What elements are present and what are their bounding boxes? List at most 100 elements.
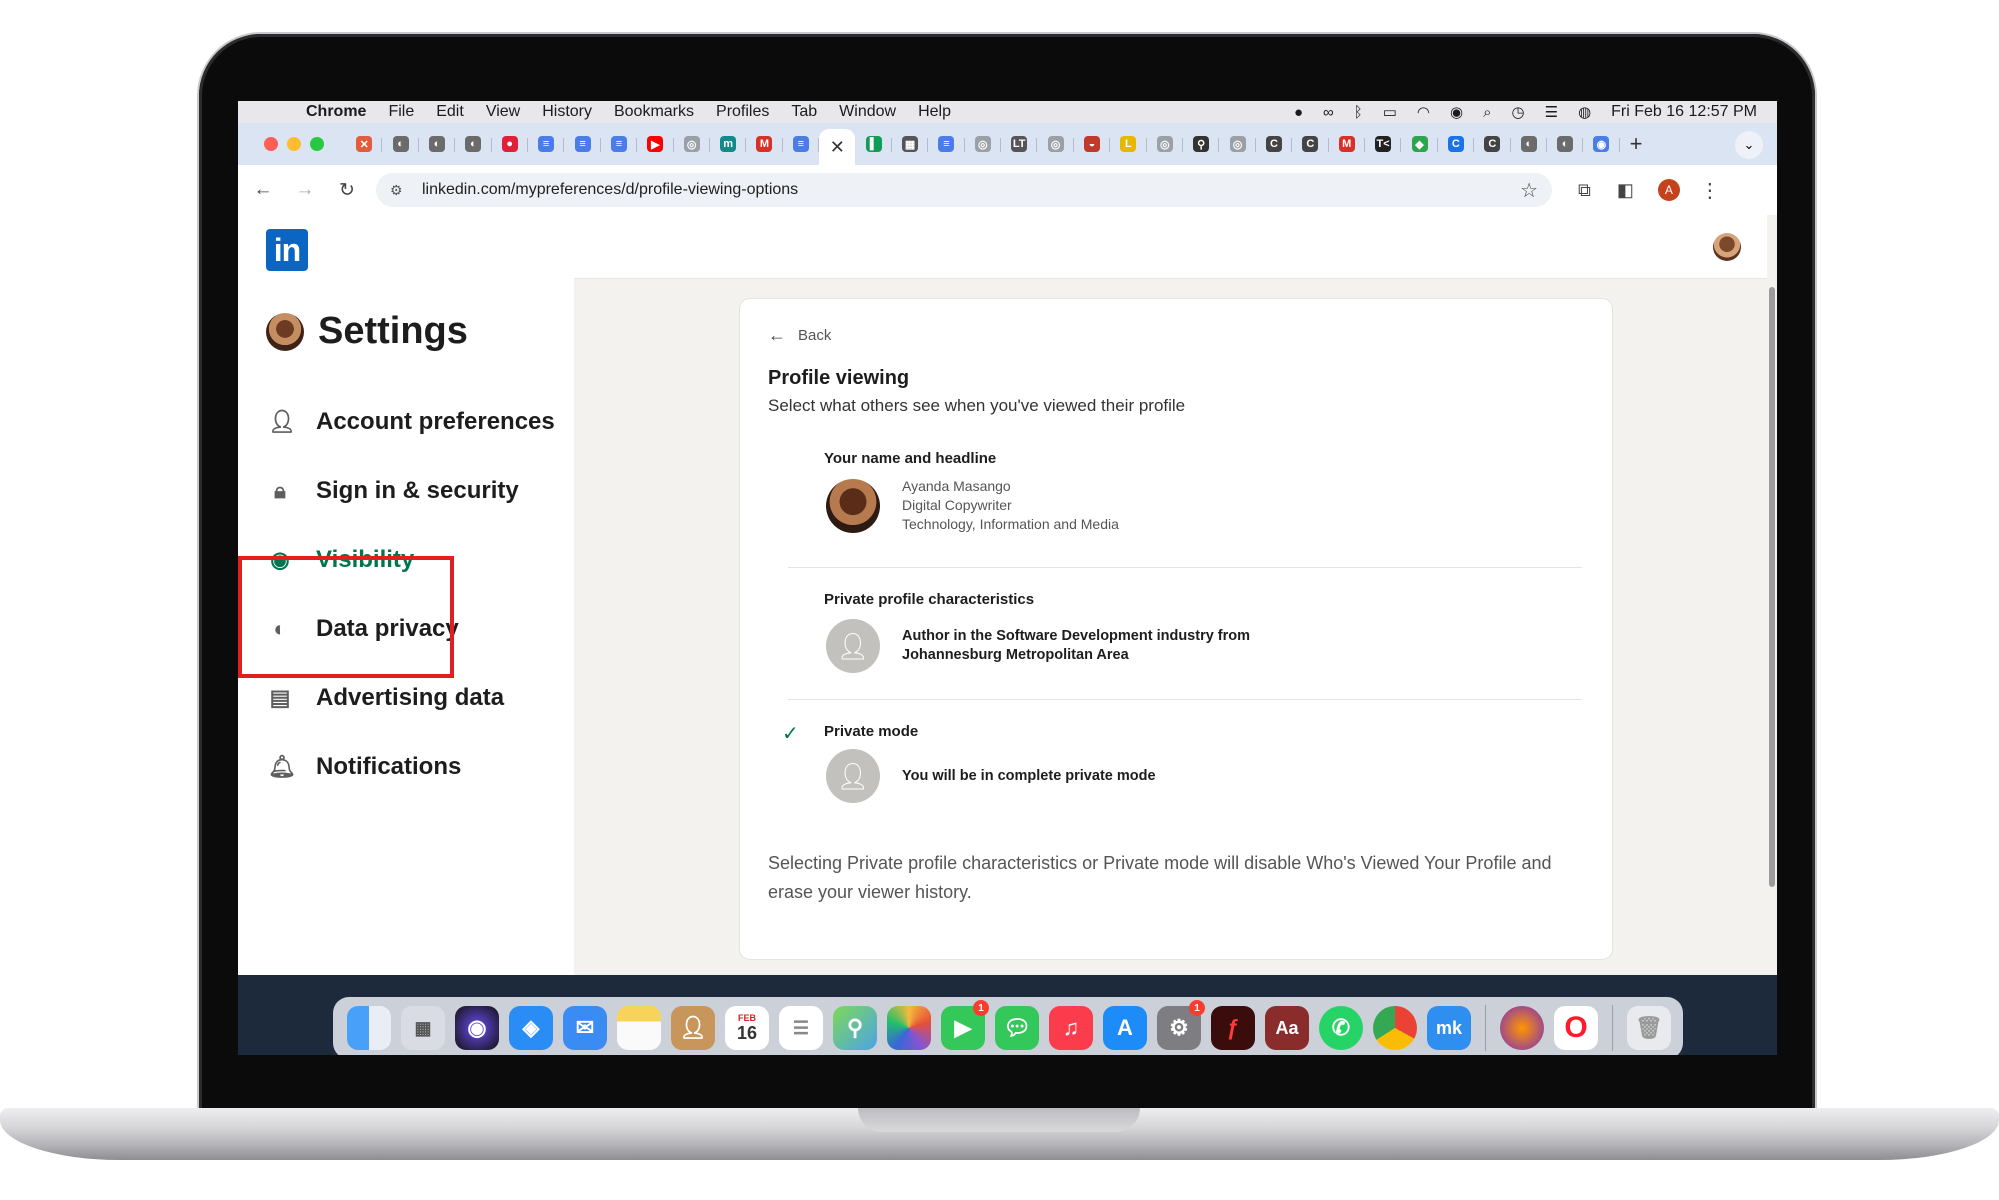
- battery-icon[interactable]: ▭: [1383, 103, 1397, 121]
- sidebar-item-account-preferences[interactable]: 👤︎ Account preferences: [268, 408, 555, 436]
- browser-tab[interactable]: ◐: [1547, 129, 1584, 159]
- browser-tab[interactable]: ◎: [1219, 129, 1257, 159]
- trash-icon[interactable]: 🗑︎: [1627, 1006, 1671, 1050]
- browser-tab[interactable]: LT: [1001, 129, 1038, 159]
- browser-tab[interactable]: ▶: [637, 129, 674, 159]
- whatsapp-icon[interactable]: ✆: [1319, 1006, 1363, 1050]
- menu-tab[interactable]: Tab: [791, 103, 817, 121]
- menu-chrome[interactable]: Chrome: [306, 103, 366, 121]
- address-url[interactable]: linkedin.com/mypreferences/d/profile-vie…: [422, 181, 798, 199]
- active-tab[interactable]: ✕: [819, 129, 856, 165]
- back-arrow-icon[interactable]: ←: [242, 179, 284, 201]
- menubar-clock[interactable]: Fri Feb 16 12:57 PM: [1611, 103, 1757, 121]
- app-store-icon[interactable]: A: [1103, 1006, 1147, 1050]
- close-tab-icon[interactable]: ✕: [830, 137, 845, 158]
- app-status-icon[interactable]: ●: [1294, 104, 1303, 121]
- browser-tab[interactable]: ◎: [1037, 129, 1075, 159]
- bluetooth-icon[interactable]: ᛒ: [1354, 104, 1363, 121]
- user-icon[interactable]: ◉: [1450, 103, 1463, 121]
- spotlight-search-icon[interactable]: ⌕: [1483, 104, 1491, 121]
- browser-tab[interactable]: ◐: [419, 129, 456, 159]
- browser-tab[interactable]: ●: [492, 129, 529, 159]
- system-settings-icon[interactable]: ⚙ 1: [1157, 1000, 1205, 1050]
- maps-icon[interactable]: ⚲: [833, 1006, 877, 1050]
- time-machine-icon[interactable]: ◷: [1512, 103, 1525, 121]
- new-tab-button[interactable]: +: [1630, 131, 1643, 157]
- menu-bookmarks[interactable]: Bookmarks: [614, 103, 694, 121]
- reminders-icon[interactable]: ☰: [779, 1006, 823, 1050]
- sidebar-item-advertising-data[interactable]: ▤ Advertising data: [268, 684, 504, 712]
- option-private-characteristics[interactable]: Private profile characteristics: [824, 591, 1034, 608]
- minimize-window-button[interactable]: [287, 137, 301, 151]
- music-icon[interactable]: ♫: [1049, 1006, 1093, 1050]
- menu-window[interactable]: Window: [839, 103, 896, 121]
- browser-tab[interactable]: ✕: [346, 129, 383, 159]
- browser-tab[interactable]: ⚲: [1183, 129, 1220, 159]
- browser-tab[interactable]: ◐: [455, 129, 492, 159]
- browser-tab[interactable]: ≡: [528, 129, 565, 159]
- calendar-icon[interactable]: FEB 16: [725, 1006, 769, 1050]
- menu-file[interactable]: File: [388, 103, 414, 121]
- browser-tab[interactable]: C: [1438, 129, 1475, 159]
- browser-tab[interactable]: m: [710, 129, 747, 159]
- mk-app-icon[interactable]: mk: [1427, 1006, 1471, 1050]
- browser-tab[interactable]: ≡: [783, 129, 820, 159]
- notes-icon[interactable]: [617, 1006, 661, 1050]
- close-window-button[interactable]: [264, 137, 278, 151]
- browser-tab[interactable]: ◎: [1147, 129, 1184, 159]
- chrome-icon[interactable]: [1373, 1006, 1417, 1050]
- menu-history[interactable]: History: [542, 103, 592, 121]
- browser-tab[interactable]: ◐: [1511, 129, 1548, 159]
- menu-profiles[interactable]: Profiles: [716, 103, 769, 121]
- browser-tab[interactable]: ▌: [855, 129, 893, 159]
- browser-tab[interactable]: ◉: [1583, 129, 1621, 159]
- chrome-profile-avatar[interactable]: A: [1657, 179, 1680, 201]
- sidebar-item-notifications[interactable]: 🔔︎ Notifications: [268, 753, 461, 781]
- option-name-headline[interactable]: Your name and headline: [824, 450, 996, 467]
- control-center-icon[interactable]: ☰: [1545, 103, 1558, 121]
- wifi-icon[interactable]: ◠: [1417, 103, 1430, 121]
- address-bar[interactable]: ⚙ linkedin.com/mypreferences/d/profile-v…: [376, 173, 1552, 207]
- mail-icon[interactable]: ✉: [563, 1006, 607, 1050]
- browser-tab[interactable]: ◐: [382, 129, 420, 159]
- site-settings-icon[interactable]: ⚙: [390, 182, 410, 199]
- browser-tab[interactable]: ◎: [965, 129, 1002, 159]
- extensions-puzzle-icon[interactable]: ⧉: [1578, 180, 1591, 201]
- browser-tab[interactable]: M: [1329, 129, 1366, 159]
- siri-app-icon[interactable]: ◉: [455, 1006, 499, 1050]
- finder-icon[interactable]: [347, 1006, 391, 1050]
- zoom-window-button[interactable]: [310, 137, 324, 151]
- launchpad-icon[interactable]: ▦: [401, 1006, 445, 1050]
- sidebar-item-sign-in-security[interactable]: 🔒︎ Sign in & security: [268, 477, 519, 505]
- siri-icon[interactable]: ◍: [1578, 103, 1591, 121]
- browser-tab[interactable]: ≡: [601, 129, 638, 159]
- side-panel-icon[interactable]: ◧: [1617, 180, 1634, 201]
- browser-tab[interactable]: ≡: [564, 129, 602, 159]
- browser-tab[interactable]: M: [746, 129, 784, 159]
- browser-tab[interactable]: C: [1292, 129, 1329, 159]
- browser-tab[interactable]: ◆: [1401, 129, 1439, 159]
- flash-app-icon[interactable]: ƒ: [1211, 1006, 1255, 1050]
- photos-icon[interactable]: [887, 1006, 931, 1050]
- bookmark-star-icon[interactable]: ☆: [1520, 178, 1538, 203]
- dictionary-icon[interactable]: Aa: [1265, 1006, 1309, 1050]
- forward-arrow-icon[interactable]: →: [284, 179, 326, 201]
- tab-search-button[interactable]: ⌄: [1735, 131, 1763, 159]
- browser-tab[interactable]: ▦: [892, 129, 929, 159]
- header-profile-avatar[interactable]: [1713, 233, 1741, 261]
- creative-cloud-icon[interactable]: ∞: [1323, 104, 1334, 121]
- safari-icon[interactable]: ◈: [509, 1006, 553, 1050]
- browser-tab[interactable]: C: [1474, 129, 1511, 159]
- firefox-icon[interactable]: [1500, 1006, 1544, 1050]
- reload-icon[interactable]: ↻: [326, 179, 368, 202]
- browser-tab[interactable]: L: [1110, 129, 1147, 159]
- page-scrollbar[interactable]: [1769, 287, 1775, 887]
- browser-tab[interactable]: C: [1256, 129, 1293, 159]
- browser-tab[interactable]: ◒: [1074, 129, 1111, 159]
- browser-tab[interactable]: ◎: [674, 129, 711, 159]
- chrome-menu-icon[interactable]: ⋮: [1700, 178, 1720, 203]
- opera-icon[interactable]: O: [1554, 1006, 1598, 1050]
- browser-tab[interactable]: T<: [1365, 129, 1402, 159]
- messages-icon[interactable]: 💬︎: [995, 1006, 1039, 1050]
- browser-tab[interactable]: ≡: [928, 129, 966, 159]
